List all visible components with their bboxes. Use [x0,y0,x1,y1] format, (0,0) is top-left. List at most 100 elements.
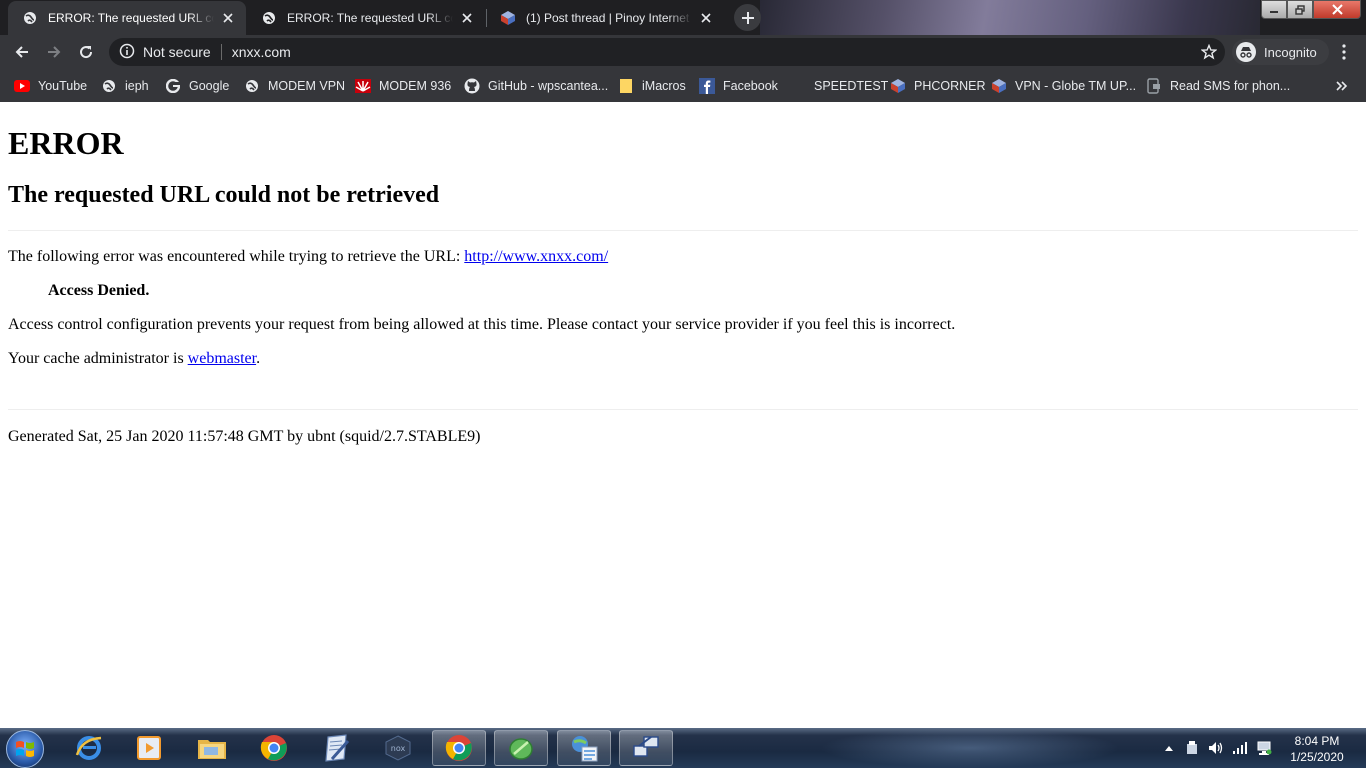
globe-icon [261,10,277,26]
signal-bars-icon [1233,742,1247,754]
address-bar[interactable]: Not secure xnxx.com [109,38,1225,66]
bookmark-phcorner[interactable]: PHCORNER [890,75,986,97]
bookmark-label: Read SMS for phon... [1170,79,1291,93]
bookmark-vpn-globe[interactable]: VPN - Globe TM UP... [991,75,1136,97]
bookmark-ieph[interactable]: ieph [101,75,149,97]
start-button[interactable] [6,730,44,768]
new-tab-button[interactable] [734,4,761,31]
bookmarks-bar: YouTube ieph Google MODEM VPN MODEM 936 … [0,69,1366,102]
close-icon[interactable] [459,10,475,26]
taskbar-green-app[interactable] [494,730,548,766]
security-label[interactable]: Not secure [143,44,211,60]
bookmark-label: GitHub - wpscantea... [488,79,609,93]
double-chevron-right-icon [1336,81,1348,91]
chrome-icon [445,735,472,761]
footer-text: Generated Sat, 25 Jan 2020 11:57:48 GMT … [8,428,481,445]
youtube-icon [14,78,30,94]
taskbar-media-player[interactable] [122,730,176,766]
blank-icon [790,78,806,94]
bookmark-modem-936[interactable]: MODEM 936 [355,75,451,97]
minimize-icon [1270,10,1278,13]
bookmark-github[interactable]: GitHub - wpscantea... [464,75,608,97]
tray-device-icon[interactable] [1184,740,1200,756]
maximize-button[interactable] [1287,0,1313,19]
bookmark-label: ieph [125,79,149,93]
clock-date: 1/25/2020 [1290,750,1344,764]
globe-icon [22,10,38,26]
taskbar-network-app[interactable] [557,730,611,766]
bookmark-label: MODEM 936 [379,79,452,93]
kebab-menu-icon [1342,44,1346,60]
svg-text:nox: nox [391,744,406,753]
webmaster-link[interactable]: webmaster [188,350,256,367]
close-window-button[interactable] [1313,0,1361,19]
reload-icon [80,46,93,59]
close-icon[interactable] [220,10,236,26]
notepad-icon [325,734,350,762]
windows-logo-icon [16,741,34,757]
admin-paragraph: Your cache administrator is webmaster. [8,350,260,368]
taskbar-notepad[interactable] [309,730,363,766]
network-icon [1257,741,1272,755]
globe-icon [101,78,117,94]
taskbar-file-explorer[interactable] [185,730,239,766]
taskbar-remote-desktop[interactable] [619,730,673,766]
bookmark-label: MODEM VPN [268,79,346,93]
forward-button[interactable] [40,38,68,66]
taskbar-chrome-active[interactable] [432,730,486,766]
info-icon[interactable] [119,43,135,62]
bookmark-speedtest[interactable]: SPEEDTEST [790,75,888,97]
divider [220,44,222,60]
intro-paragraph: The following error was encountered whil… [8,248,608,266]
close-icon[interactable] [698,10,714,26]
requested-url-link[interactable]: http://www.xnxx.com/ [464,248,608,265]
tab-title: ERROR: The requested URL could not be re… [48,11,214,25]
reload-button[interactable] [72,38,100,66]
url-text[interactable]: xnxx.com [232,44,291,60]
show-hidden-icons-button[interactable] [1161,740,1177,756]
bookmark-label: iMacros [642,79,686,93]
remote-desktop-icon [633,736,659,757]
phcorner-icon [500,10,516,26]
github-icon [464,78,480,94]
folder-icon [618,78,634,94]
incognito-badge[interactable]: Incognito [1232,39,1329,65]
bookmark-google[interactable]: Google [165,75,229,97]
tray-volume[interactable] [1208,740,1224,756]
tab-strip: ERROR: The requested URL could not be re… [0,0,1366,35]
incognito-icon [1236,42,1256,62]
bookmark-modem-vpn[interactable]: MODEM VPN [244,75,345,97]
intro-text: The following error was encountered whil… [8,248,465,265]
plus-icon [741,11,754,24]
menu-button[interactable] [1334,41,1354,63]
bookmark-facebook[interactable]: Facebook [699,75,778,97]
facebook-icon [699,78,715,94]
bookmark-youtube[interactable]: YouTube [14,75,87,97]
admin-suffix: . [256,350,261,367]
speaker-icon [1209,742,1223,754]
browser-toolbar: Not secure xnxx.com Incognito [0,35,1366,69]
tab-post-thread[interactable]: (1) Post thread | Pinoy Internet and Tec… [486,1,724,35]
page-content: ERROR The requested URL could not be ret… [0,102,1366,728]
system-clock[interactable]: 8:04 PM 1/25/2020 [1282,733,1352,765]
tray-signal[interactable] [1232,740,1248,756]
bookmark-label: VPN - Globe TM UP... [1015,79,1137,93]
google-icon [165,78,181,94]
phcorner-icon [991,78,1007,94]
taskbar-nox[interactable]: nox [371,730,425,766]
more-bookmarks-button[interactable] [1334,77,1350,95]
bookmark-label: Google [189,79,230,93]
minimize-button[interactable] [1261,0,1287,19]
star-icon[interactable] [1201,44,1217,60]
bookmark-label: Facebook [723,79,778,93]
back-button[interactable] [8,38,36,66]
tab-error-2[interactable]: ERROR: The requested URL could not be re… [247,1,485,35]
taskbar-internet-explorer[interactable] [62,730,116,766]
tray-network[interactable] [1256,740,1272,756]
bookmark-read-sms[interactable]: Read SMS for phon... [1146,75,1290,97]
taskbar-chrome[interactable] [247,730,301,766]
chrome-icon [260,735,287,761]
bookmark-imacros[interactable]: iMacros [618,75,686,97]
explanation-paragraph: Access control configuration prevents yo… [8,316,956,333]
tab-error-1[interactable]: ERROR: The requested URL could not be re… [8,1,246,35]
